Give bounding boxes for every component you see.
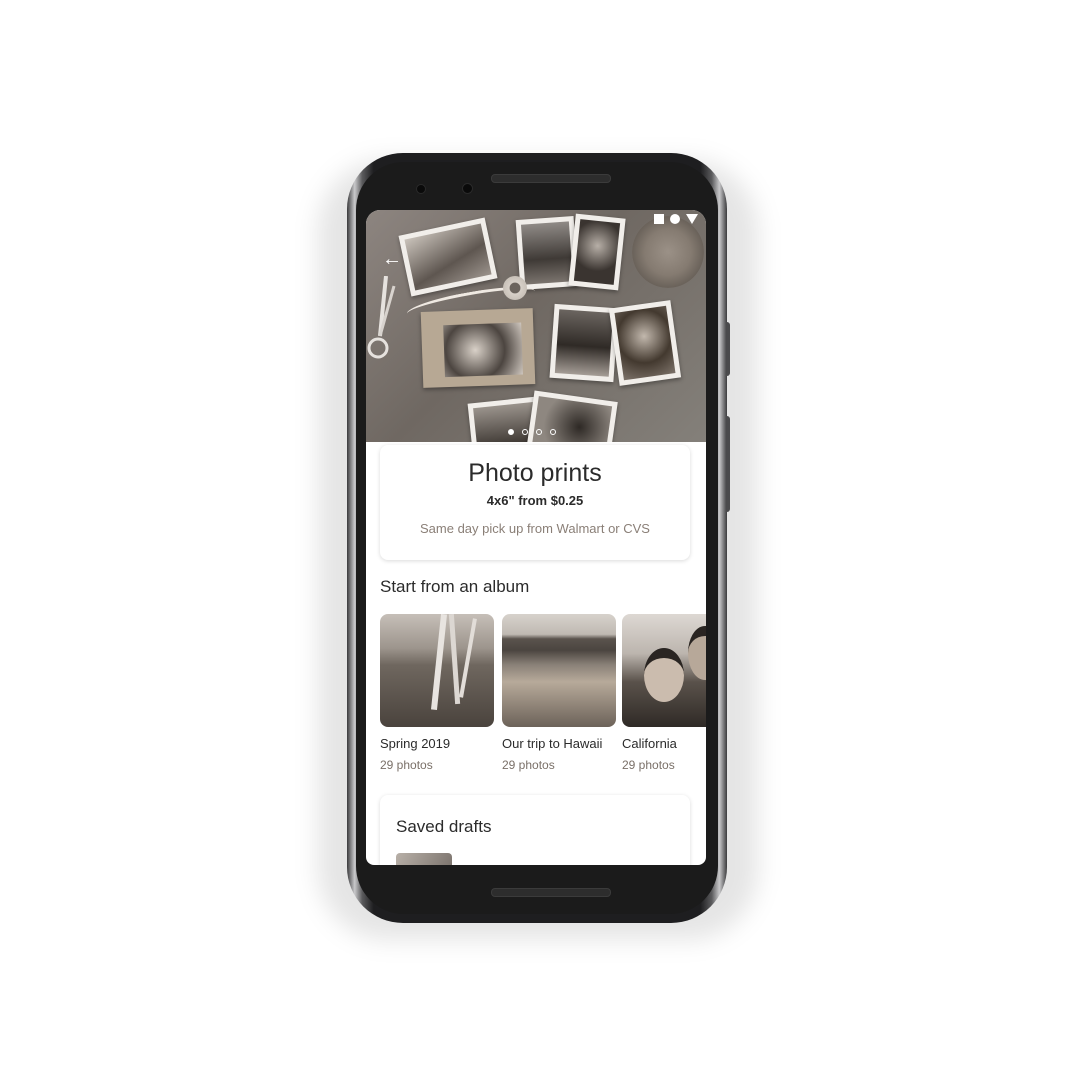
sensor: [416, 184, 426, 194]
triangle-icon: [686, 214, 698, 224]
photo-print: [608, 300, 682, 386]
album-card[interactable]: California 29 photos: [622, 614, 706, 772]
power-button: [726, 322, 730, 376]
photo-print: [568, 213, 626, 291]
carousel-dot[interactable]: [536, 429, 542, 435]
saved-drafts-title: Saved drafts: [396, 817, 492, 836]
carousel-dot[interactable]: [550, 429, 556, 435]
app-screen: ← Photo prints 4x6" from $0.25 Same day …: [366, 210, 706, 865]
album-count: 29 photos: [622, 758, 675, 772]
status-bar: [654, 214, 698, 224]
product-price: 4x6" from $0.25: [486, 493, 584, 508]
draft-thumbnail[interactable]: [396, 853, 452, 865]
top-speaker: [491, 174, 611, 183]
saved-drafts-card[interactable]: Saved drafts: [380, 795, 690, 865]
album-thumbnail[interactable]: [622, 614, 706, 727]
product-card[interactable]: Photo prints 4x6" from $0.25 Same day pi…: [380, 445, 690, 560]
albums-section-title: Start from an album: [380, 577, 530, 596]
product-title: Photo prints: [468, 459, 602, 487]
square-icon: [654, 214, 664, 224]
bowl-decoration: [632, 216, 704, 288]
album-book: [420, 308, 536, 388]
photo-print: [398, 217, 498, 297]
product-subtitle: Same day pick up from Walmart or CVS: [420, 521, 650, 536]
circle-icon: [670, 214, 680, 224]
album-name: California: [622, 736, 677, 751]
album-count: 29 photos: [502, 758, 555, 772]
carousel-dot[interactable]: [522, 429, 528, 435]
album-thumbnail[interactable]: [380, 614, 494, 727]
album-name: Our trip to Hawaii: [502, 736, 603, 751]
front-camera: [462, 183, 473, 194]
volume-button: [726, 416, 730, 512]
album-count: 29 photos: [380, 758, 433, 772]
album-thumbnail[interactable]: [502, 614, 616, 727]
carousel-dot[interactable]: [508, 429, 514, 435]
carousel-indicator[interactable]: [508, 429, 556, 435]
photo-print: [549, 303, 619, 383]
album-name: Spring 2019: [380, 736, 451, 751]
scissors-decoration: [367, 276, 396, 359]
arrow-back-icon[interactable]: ←: [382, 248, 404, 270]
hero-image-carousel[interactable]: ←: [366, 210, 706, 442]
ribbon-spool: [503, 276, 527, 300]
bottom-speaker: [491, 888, 611, 897]
album-card[interactable]: Our trip to Hawaii 29 photos: [502, 614, 616, 772]
album-card[interactable]: Spring 2019 29 photos: [380, 614, 494, 772]
